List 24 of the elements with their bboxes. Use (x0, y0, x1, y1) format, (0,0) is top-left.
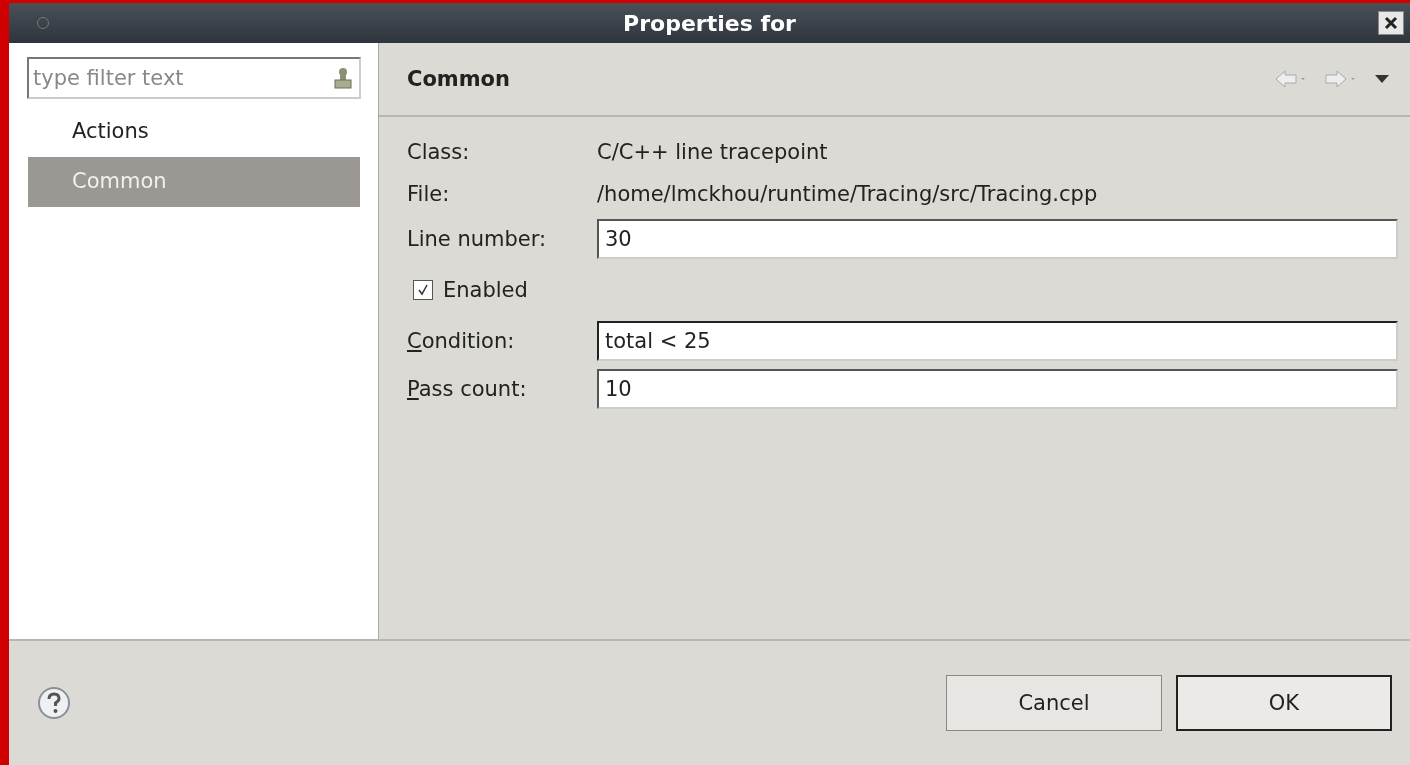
dropdown-caret-icon[interactable] (1374, 74, 1390, 84)
check-icon (417, 284, 429, 296)
text-field[interactable]: 10 (597, 369, 1398, 409)
filter-field[interactable]: type filter text (27, 57, 361, 99)
property-value: C/C++ line tracepoint (597, 139, 829, 166)
property-label: Class: (407, 139, 471, 166)
property-value: /home/lmckhou/runtime/Tracing/src/Tracing.cpp (597, 181, 1099, 208)
field-label: Line number: (407, 226, 548, 253)
page-title: Common (407, 67, 511, 91)
clear-icon[interactable] (333, 66, 353, 90)
property-label: File: (407, 181, 451, 208)
dialog-button[interactable]: OK (1176, 675, 1392, 731)
close-icon (1384, 16, 1398, 30)
close-button[interactable] (1378, 11, 1404, 35)
page-list-item[interactable]: Actions (28, 107, 360, 157)
field-label: Condition: (407, 328, 516, 355)
help-icon[interactable] (37, 686, 71, 720)
checkbox-label: Enabled (443, 278, 528, 302)
dialog-button[interactable]: Cancel (946, 675, 1162, 731)
text-field[interactable]: total < 25 (597, 321, 1398, 361)
checkbox[interactable] (413, 280, 433, 300)
field-label: Pass count: (407, 376, 528, 403)
window-title: Properties for (623, 10, 796, 36)
text-field[interactable]: 30 (597, 219, 1398, 259)
